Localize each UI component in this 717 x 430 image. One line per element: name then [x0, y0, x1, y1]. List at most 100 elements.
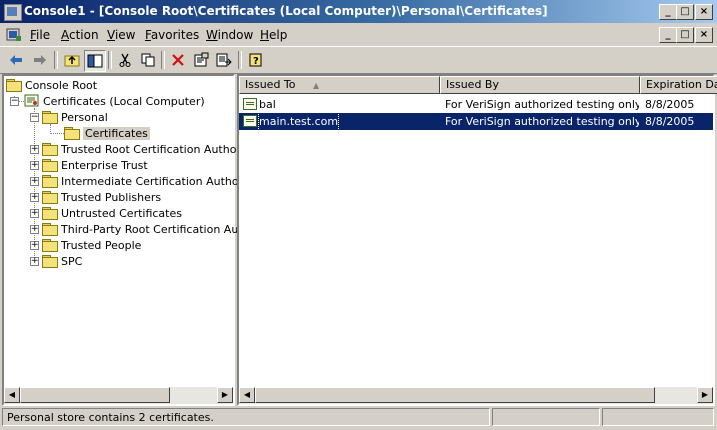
toolbar-separator	[108, 51, 112, 69]
tree-item-label: Certificates (Local Computer)	[43, 94, 205, 108]
tree-item-label: Trusted Root Certification Authorities	[61, 142, 264, 156]
issued-by-cell: For VeriSign authorized testing only....	[445, 98, 639, 111]
toolbar: ?	[0, 46, 717, 74]
maximize-button[interactable]: □	[676, 4, 694, 20]
scroll-right-button[interactable]: ▶	[217, 387, 233, 403]
tree-item-label: SPC	[61, 254, 83, 268]
up-folder-icon[interactable]	[62, 50, 82, 70]
tree-item-trusted-root[interactable]: Trusted Root Certification Authorities	[42, 141, 264, 157]
folder-icon	[42, 255, 58, 268]
close-button[interactable]: ×	[695, 4, 713, 20]
tree-item-certificates-local-computer[interactable]: Certificates (Local Computer)	[24, 93, 205, 109]
collapse-toggle[interactable]: −	[10, 97, 19, 106]
expand-toggle[interactable]: +	[30, 225, 39, 234]
column-issued-by[interactable]: Issued By	[440, 76, 640, 94]
issued-by-cell: For VeriSign authorized testing only....	[445, 115, 639, 128]
tree-horizontal-scrollbar[interactable]: ◀ ▶	[4, 387, 233, 404]
mmc-console-icon[interactable]	[4, 4, 22, 21]
list-item[interactable]: bal For VeriSign authorized testing only…	[239, 96, 713, 113]
status-text: Personal store contains 2 certificates.	[2, 408, 490, 426]
expand-toggle[interactable]: +	[30, 177, 39, 186]
tree-item-untrusted[interactable]: Untrusted Certificates	[42, 205, 182, 221]
menu-view[interactable]: View	[107, 28, 135, 42]
expand-toggle[interactable]: +	[30, 145, 39, 154]
help-icon[interactable]: ?	[246, 50, 266, 70]
collapse-toggle[interactable]: −	[30, 113, 39, 122]
tree-item-intermediate[interactable]: Intermediate Certification Authorities	[42, 173, 266, 189]
scroll-right-button[interactable]: ▶	[697, 387, 713, 403]
tree-item-label: Untrusted Certificates	[61, 206, 182, 220]
properties-icon[interactable]	[191, 50, 211, 70]
show-hide-tree-icon[interactable]	[84, 50, 106, 72]
menu-window[interactable]: Window	[206, 28, 253, 42]
folder-icon	[42, 191, 58, 204]
column-label: Expiration Date	[646, 78, 717, 91]
column-issued-to[interactable]: Issued To ▲	[239, 76, 440, 94]
scrollbar-thumb[interactable]	[255, 387, 655, 403]
list-horizontal-scrollbar[interactable]: ◀ ▶	[239, 387, 713, 404]
folder-icon	[42, 175, 58, 188]
status-bar: Personal store contains 2 certificates.	[0, 407, 717, 430]
toolbar-separator	[161, 51, 165, 69]
issued-to-cell: main.test.com	[257, 112, 340, 131]
tree-item-enterprise-trust[interactable]: Enterprise Trust	[42, 157, 148, 173]
forward-arrow-icon[interactable]	[30, 50, 50, 70]
menu-bar: File Action View Favorites Window Help	[0, 24, 717, 46]
toolbar-separator	[54, 51, 58, 69]
status-panel	[492, 408, 600, 426]
mdi-restore-button[interactable]: □	[676, 27, 694, 43]
menu-help[interactable]: Help	[260, 28, 287, 42]
scroll-left-button[interactable]: ◀	[239, 387, 255, 403]
column-label: Issued To	[245, 78, 296, 91]
title-bar[interactable]: Console1 - [Console Root\Certificates (L…	[0, 0, 717, 23]
column-expiration-date[interactable]: Expiration Date	[640, 76, 717, 94]
menu-file[interactable]: File	[30, 28, 50, 42]
folder-icon	[42, 143, 58, 156]
folder-icon	[42, 239, 58, 252]
tree-item-label: Trusted People	[61, 238, 142, 252]
expand-toggle[interactable]: +	[30, 241, 39, 250]
scrollbar-thumb[interactable]	[20, 387, 170, 403]
tree-item-label: Trusted Publishers	[61, 190, 162, 204]
minimize-button[interactable]: _	[659, 4, 677, 20]
tree-item-trusted-publishers[interactable]: Trusted Publishers	[42, 189, 161, 205]
certificate-icon	[243, 115, 257, 127]
menu-action[interactable]: Action	[61, 28, 99, 42]
tree-item-label: Personal	[61, 110, 108, 124]
cut-icon[interactable]	[115, 50, 135, 70]
folder-icon	[42, 207, 58, 220]
tree-item-certificates[interactable]: Certificates	[64, 125, 150, 141]
export-list-icon[interactable]	[214, 50, 234, 70]
console-tree[interactable]: Console Root − Certificates (Local Compu…	[2, 74, 284, 406]
expiration-cell: 8/8/2005	[645, 98, 695, 111]
tree-connector	[50, 133, 64, 134]
list-item-selected[interactable]: main.test.com For VeriSign authorized te…	[239, 112, 713, 131]
delete-icon[interactable]	[168, 50, 188, 70]
mdi-minimize-button[interactable]: _	[659, 27, 677, 43]
menu-favorites[interactable]: Favorites	[145, 28, 199, 42]
expand-toggle[interactable]: +	[30, 257, 39, 266]
expiration-cell: 8/8/2005	[645, 115, 695, 128]
folder-icon	[42, 111, 58, 124]
folder-icon	[42, 223, 58, 236]
tree-item-spc[interactable]: SPC	[42, 253, 82, 269]
back-arrow-icon[interactable]	[6, 50, 26, 70]
tree-item-trusted-people[interactable]: Trusted People	[42, 237, 141, 253]
results-pane[interactable]: Issued To ▲ Issued By Expiration Date ba…	[237, 74, 717, 406]
toolbar-separator	[238, 51, 242, 69]
scroll-left-button[interactable]: ◀	[4, 387, 20, 403]
console-window-icon[interactable]	[6, 27, 22, 43]
open-folder-icon	[64, 127, 80, 140]
issued-to-cell: bal	[259, 98, 276, 111]
column-label: Issued By	[446, 78, 499, 91]
tree-item-console-root[interactable]: Console Root	[6, 77, 97, 93]
folder-icon	[42, 159, 58, 172]
certificate-snapin-icon	[24, 94, 39, 107]
tree-item-personal[interactable]: Personal	[42, 109, 108, 125]
expand-toggle[interactable]: +	[30, 161, 39, 170]
tree-item-label: Enterprise Trust	[61, 158, 148, 172]
mdi-close-button[interactable]: ×	[695, 27, 713, 43]
expand-toggle[interactable]: +	[30, 193, 39, 202]
copy-icon[interactable]	[138, 50, 158, 70]
expand-toggle[interactable]: +	[30, 209, 39, 218]
